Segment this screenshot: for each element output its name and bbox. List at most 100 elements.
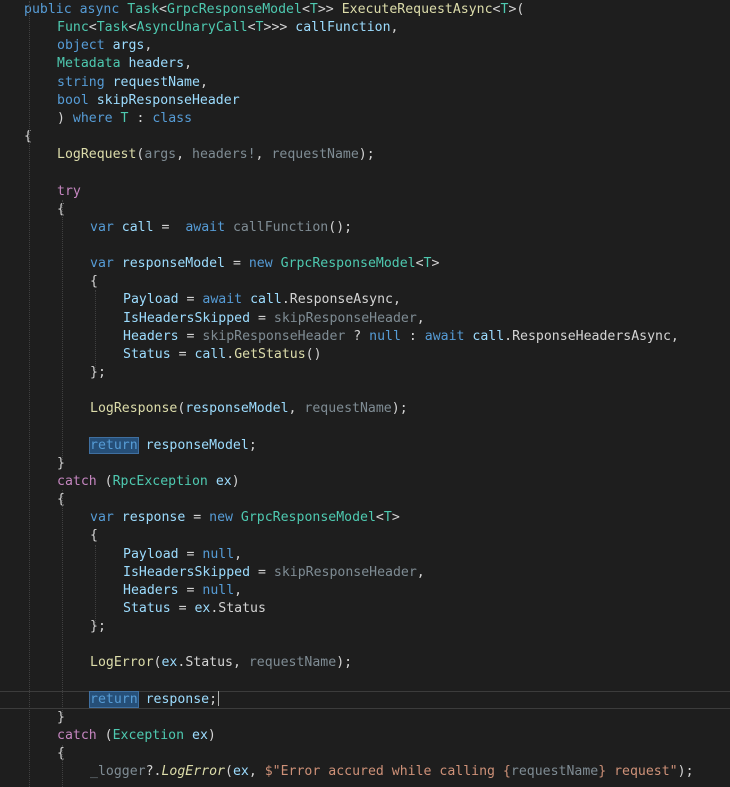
code-token: } bbox=[57, 455, 65, 471]
code-line[interactable]: Status = call.GetStatus() bbox=[0, 346, 730, 364]
code-line[interactable] bbox=[0, 382, 730, 400]
code-token: Payload bbox=[123, 546, 179, 562]
code-line[interactable]: return response; bbox=[0, 690, 730, 709]
code-token: = bbox=[225, 256, 249, 272]
code-token: responseModel bbox=[145, 437, 249, 453]
code-token: requestName bbox=[510, 764, 599, 780]
code-token: (); bbox=[328, 219, 353, 235]
code-line[interactable] bbox=[0, 673, 730, 691]
code-token: , bbox=[255, 147, 272, 163]
code-token: = bbox=[178, 582, 203, 598]
code-line[interactable]: Metadata headers, bbox=[0, 55, 730, 73]
code-line[interactable]: return responseModel; bbox=[0, 436, 730, 455]
code-token: ) bbox=[207, 728, 216, 743]
code-token: call bbox=[250, 292, 282, 308]
code-line[interactable]: try bbox=[0, 183, 730, 201]
code-line[interactable]: { bbox=[0, 491, 730, 509]
code-token: = bbox=[178, 292, 203, 308]
code-token: , bbox=[144, 38, 153, 54]
code-line[interactable]: Func<Task<AsyncUnaryCall<T>>> callFuncti… bbox=[0, 19, 730, 37]
code-token: Payload bbox=[123, 292, 179, 308]
code-token: }; bbox=[90, 365, 106, 380]
code-line[interactable]: { bbox=[0, 128, 730, 146]
code-token: ?. bbox=[145, 764, 162, 780]
code-token: , bbox=[288, 401, 305, 417]
code-line[interactable]: string requestName, bbox=[0, 74, 730, 92]
code-line[interactable]: }; bbox=[0, 618, 730, 636]
code-line[interactable]: LogResponse(responseModel, requestName); bbox=[0, 400, 730, 418]
code-line[interactable] bbox=[0, 237, 730, 255]
indent-guide bbox=[62, 200, 63, 460]
code-token: >> bbox=[317, 2, 342, 17]
code-token: = bbox=[178, 328, 203, 344]
code-token: < bbox=[375, 510, 384, 526]
code-token: ? bbox=[345, 328, 370, 344]
code-line[interactable] bbox=[0, 418, 730, 436]
code-token: args bbox=[144, 147, 177, 163]
code-token: .ResponseAsync, bbox=[281, 292, 401, 308]
code-token: { bbox=[57, 201, 65, 217]
code-line[interactable]: catch (RpcException ex) bbox=[0, 473, 730, 491]
code-line[interactable]: catch (Exception ex) bbox=[0, 727, 730, 745]
code-line[interactable]: IsHeadersSkipped = skipResponseHeader, bbox=[0, 310, 730, 328]
code-line[interactable]: { bbox=[0, 527, 730, 545]
code-line[interactable]: var call = await callFunction(); bbox=[0, 219, 730, 237]
code-token: = bbox=[170, 346, 195, 362]
code-token: GrpcResponseModel bbox=[240, 510, 376, 526]
code-token: < bbox=[88, 20, 97, 36]
code-line[interactable]: Headers = skipResponseHeader ? null : aw… bbox=[0, 328, 730, 346]
code-token: ( bbox=[96, 473, 113, 489]
code-line[interactable]: Headers = null, bbox=[0, 582, 730, 600]
code-line[interactable]: _logger?.LogError(ex, $"Error accured wh… bbox=[0, 763, 730, 781]
code-token: ex bbox=[194, 600, 211, 616]
code-token: try bbox=[57, 183, 81, 199]
code-token: await bbox=[185, 219, 226, 235]
code-token: Status bbox=[123, 346, 171, 362]
code-token: new bbox=[209, 510, 233, 526]
code-line[interactable]: { bbox=[0, 273, 730, 291]
code-line[interactable]: } bbox=[0, 709, 730, 727]
code-line[interactable]: LogError(ex.Status, requestName); bbox=[0, 654, 730, 672]
code-token: responseModel bbox=[185, 401, 289, 417]
code-line[interactable]: var responseModel = new GrpcResponseMode… bbox=[0, 255, 730, 273]
text-cursor bbox=[218, 691, 220, 707]
code-token: var bbox=[90, 219, 114, 235]
code-line[interactable]: public async Task<GrpcResponseModel<T>> … bbox=[0, 1, 730, 19]
code-line[interactable]: Payload = null, bbox=[0, 546, 730, 564]
code-line[interactable]: Payload = await call.ResponseAsync, bbox=[0, 291, 730, 309]
code-line[interactable]: var response = new GrpcResponseModel<T> bbox=[0, 509, 730, 527]
code-token: ); bbox=[677, 764, 694, 780]
code-line[interactable]: ) where T : class bbox=[0, 110, 730, 128]
code-token: < bbox=[247, 20, 256, 36]
code-token: args bbox=[112, 38, 145, 54]
code-line[interactable] bbox=[0, 636, 730, 654]
code-line[interactable]: Status = ex.Status bbox=[0, 600, 730, 618]
code-line[interactable]: bool skipResponseHeader bbox=[0, 92, 730, 110]
code-token: skipResponseHeader bbox=[273, 310, 417, 326]
code-line[interactable]: LogRequest(args, headers!, requestName); bbox=[0, 146, 730, 164]
code-token: T bbox=[255, 20, 264, 36]
code-line[interactable]: }; bbox=[0, 364, 730, 382]
code-token: null bbox=[202, 582, 235, 598]
code-line[interactable]: { bbox=[0, 201, 730, 219]
code-token: }; bbox=[90, 619, 106, 635]
code-line[interactable]: IsHeadersSkipped = skipResponseHeader, bbox=[0, 564, 730, 582]
code-line[interactable] bbox=[0, 164, 730, 182]
code-line[interactable]: object args, bbox=[0, 37, 730, 55]
code-token: skipResponseHeader bbox=[202, 328, 346, 344]
code-token: ( bbox=[96, 728, 113, 743]
code-token: >( bbox=[508, 2, 525, 17]
code-line[interactable]: } bbox=[0, 455, 730, 473]
code-token: requestName bbox=[248, 655, 337, 671]
code-line[interactable]: { bbox=[0, 745, 730, 763]
code-token: class bbox=[152, 110, 193, 126]
code-editor[interactable]: public async Task<GrpcResponseModel<T>> … bbox=[0, 0, 730, 787]
code-token: { bbox=[57, 746, 65, 762]
code-token: return bbox=[89, 436, 139, 454]
